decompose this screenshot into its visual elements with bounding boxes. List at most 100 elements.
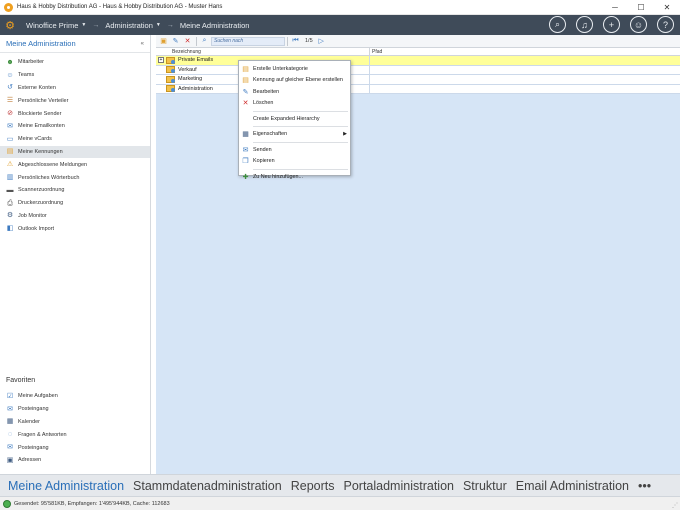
favorite-item-1[interactable]: ✉ Posteingang xyxy=(0,403,150,416)
person-icon: ☻ xyxy=(6,58,14,66)
module-tab[interactable]: Reports xyxy=(291,479,335,493)
expand-icon[interactable]: + xyxy=(158,57,164,64)
crumb-current[interactable]: Meine Administration xyxy=(174,15,256,35)
context-menu-item[interactable]: ✚ Zu Neu hinzufügen... xyxy=(239,171,350,183)
context-menu-item[interactable]: ✎ Bearbeiten xyxy=(239,86,350,98)
grid-header: Bezeichnung Pfad xyxy=(156,48,680,56)
menu-separator xyxy=(253,141,348,143)
inbox-icon: ✉ xyxy=(7,405,13,413)
sidebar-item-5[interactable]: ✉ Meine Emailkonten xyxy=(0,120,150,133)
favorite-item-5[interactable]: ▣ Adressen xyxy=(0,454,150,467)
search-icon[interactable]: ⌕ xyxy=(549,16,566,33)
module-tab[interactable]: Meine Administration xyxy=(8,479,124,493)
sidebar-item-12[interactable]: ⚙ Job Monitor xyxy=(0,210,150,223)
context-menu-label: Create Expanded Hierarchy xyxy=(253,115,320,122)
minimize-icon[interactable]: ─ xyxy=(602,0,628,15)
sidebar-item-9[interactable]: ▥ Persönliches Wörterbuch xyxy=(0,171,150,184)
table-row[interactable]: Administration xyxy=(156,84,680,94)
send-icon: ✉ xyxy=(242,146,249,154)
context-menu-item[interactable]: ✉ Senden xyxy=(239,144,350,156)
context-menu-item[interactable]: ▤ Erstelle Unterkategorie xyxy=(239,63,350,75)
more-tabs-icon[interactable]: ••• xyxy=(638,479,651,493)
favorites-title: Favoriten xyxy=(6,377,36,384)
crumb-administration[interactable]: Administration ▼ xyxy=(99,15,166,35)
dictionary-icon: ▥ xyxy=(6,174,14,182)
add-to-new-icon: ✚ xyxy=(242,173,249,181)
header-nav: ⚙ Winoffice Prime ▼ → Administration ▼ →… xyxy=(0,15,680,35)
sidebar-item-4[interactable]: ⊘ Blockierte Sender xyxy=(0,107,150,120)
grid-body: + Private Emails Verkauf Marketing Administr… xyxy=(156,56,680,94)
sidebar-item-8[interactable]: ⚠ Abgeschlossene Meldungen xyxy=(0,158,150,171)
sidebar-item-label: Meine Kennungen xyxy=(18,148,63,155)
sidebar-item-10[interactable]: ▬ Scannerzuordnung xyxy=(0,184,150,197)
sidebar-header: Meine Administration « xyxy=(0,35,150,53)
row-name: Administration xyxy=(178,85,213,92)
status-text: Gesendet: 95'581KB, Empfangen: 1'495'944… xyxy=(14,500,170,507)
maximize-icon[interactable]: ☐ xyxy=(628,0,654,15)
sidebar-item-13[interactable]: ◧ Outlook Import xyxy=(0,222,150,235)
sidebar-item-6[interactable]: ▭ Meine vCards xyxy=(0,133,150,146)
arrow-right-icon: → xyxy=(92,21,100,29)
column-header-bezeichnung[interactable]: Bezeichnung xyxy=(156,48,370,55)
sidebar-item-2[interactable]: ↺ Externe Konten xyxy=(0,82,150,95)
context-menu-item[interactable]: ▦ Eigenschaften ▶ xyxy=(239,129,350,141)
toolbar-divider xyxy=(287,36,288,46)
close-icon[interactable]: ✕ xyxy=(654,0,680,15)
delete-icon[interactable]: ✕ xyxy=(182,36,193,47)
table-row[interactable]: Verkauf xyxy=(156,65,680,75)
crumb-app[interactable]: Winoffice Prime ▼ xyxy=(20,15,92,35)
favorite-item-label: Kalender xyxy=(18,418,41,425)
module-tab[interactable]: Portaladministration xyxy=(344,479,454,493)
favorite-item-2[interactable]: ▦ Kalender xyxy=(0,416,150,429)
favorite-item-4[interactable]: ✉ Posteingang xyxy=(0,441,150,454)
context-menu-item[interactable]: ✕ Löschen xyxy=(239,98,350,110)
tasks-icon: ☑ xyxy=(6,392,14,400)
context-menu-item[interactable]: ▤ Kennung auf gleicher Ebene erstellen xyxy=(239,75,350,87)
blocked-sender-icon: ⊘ xyxy=(7,110,13,118)
chevron-down-icon: ▼ xyxy=(155,22,161,28)
cell-pfad xyxy=(370,56,680,65)
gear-app-icon xyxy=(4,2,13,12)
sidebar-item-1[interactable]: ☺ Teams xyxy=(0,69,150,82)
settings-gear-icon[interactable]: ⚙ xyxy=(0,15,20,35)
favorite-item-0[interactable]: ☑ Meine Aufgaben xyxy=(0,390,150,403)
edit-icon[interactable]: ✎ xyxy=(170,36,181,47)
context-menu-item[interactable]: ❐ Kopieren xyxy=(239,156,350,168)
submenu-arrow-icon: ▶ xyxy=(343,131,347,138)
sidebar-title: Meine Administration xyxy=(6,39,76,48)
context-menu-item[interactable]: Create Expanded Hierarchy xyxy=(239,113,350,125)
sidebar-item-7[interactable]: ▤ Meine Kennungen xyxy=(0,145,150,159)
add-icon[interactable]: + xyxy=(603,16,620,33)
add-folder-icon[interactable]: ▣ xyxy=(158,36,169,47)
sidebar-item-label: Externe Konten xyxy=(18,84,56,91)
row-name: Private Emails xyxy=(178,57,214,64)
module-tab[interactable]: Struktur xyxy=(463,479,507,493)
search-icon[interactable]: ⌕ xyxy=(199,36,210,47)
collapse-sidebar-icon[interactable]: « xyxy=(141,41,144,47)
table-row[interactable]: + Private Emails xyxy=(156,56,680,66)
help-icon[interactable]: ? xyxy=(657,16,674,33)
team-icon: ☺ xyxy=(6,71,14,79)
module-tab[interactable]: Stammdatenadministration xyxy=(133,479,282,493)
bell-icon[interactable]: ♫ xyxy=(576,16,593,33)
arrow-right-icon: → xyxy=(166,21,174,29)
favorite-item-label: Posteingang xyxy=(18,406,49,413)
crumb-current-label: Meine Administration xyxy=(179,20,250,30)
folder-tag-icon xyxy=(166,66,175,74)
next-page-icon[interactable]: ▷ xyxy=(316,36,327,47)
resize-grip-icon[interactable]: ⋰ xyxy=(672,502,678,509)
table-row[interactable]: Marketing xyxy=(156,75,680,85)
sidebar-item-0[interactable]: ☻ Mitarbeiter xyxy=(0,56,150,69)
module-tab[interactable]: Email Administration xyxy=(516,479,629,493)
search-input[interactable]: Suchen nach xyxy=(211,36,285,46)
column-header-pfad[interactable]: Pfad xyxy=(370,48,680,55)
sidebar-item-11[interactable]: ⎙ Druckerzuordnung xyxy=(0,197,150,210)
favorite-item-3[interactable]: ◌ Fragen & Antworten xyxy=(0,428,150,441)
sidebar-item-3[interactable]: ☰ Persönliche Verteiler xyxy=(0,94,150,107)
favorite-item-label: Posteingang xyxy=(18,444,49,451)
email-account-icon: ✉ xyxy=(7,122,13,130)
toolbar-divider xyxy=(196,36,197,46)
user-icon[interactable]: ☺ xyxy=(630,16,647,33)
first-page-icon[interactable]: ⏮ xyxy=(290,36,301,47)
context-menu-label: Löschen xyxy=(253,100,274,107)
